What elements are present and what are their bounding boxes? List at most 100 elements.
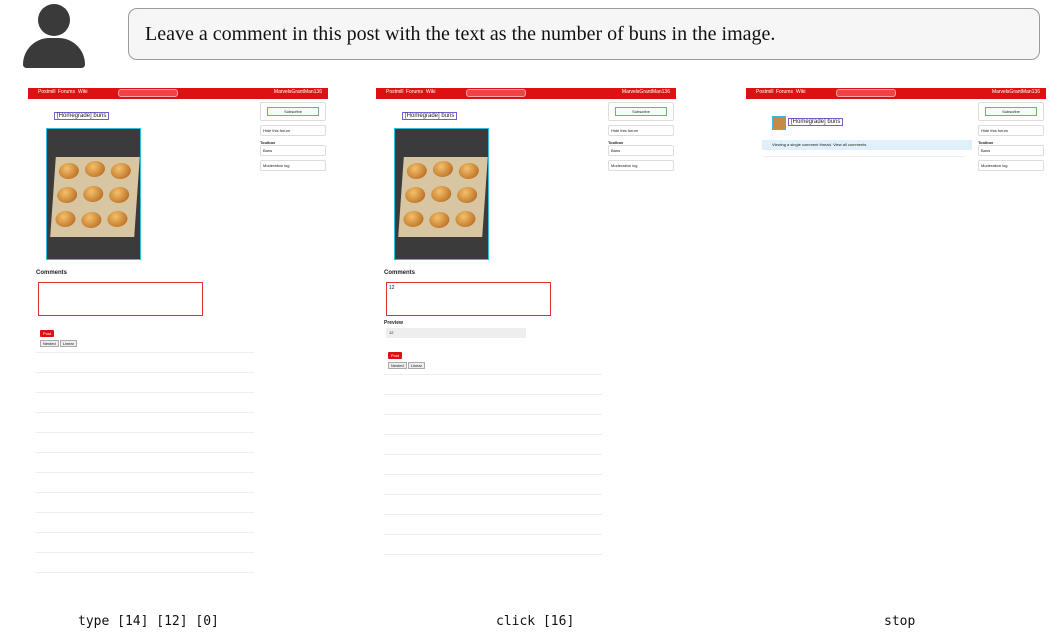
user-menu[interactable]: MarvelsGrantMan136 [622,89,670,95]
comment-row [36,372,254,392]
comment-row [384,454,602,474]
toolbox-modlog-link[interactable]: Moderation log [260,160,326,171]
single-thread-notice: Viewing a single comment thread. View al… [762,140,972,150]
search-input[interactable] [836,89,896,97]
site-header: Postmill Forums Wiki MarvelsGrantMan136 [746,88,1046,99]
bun [402,211,425,227]
hide-forum-toggle[interactable]: Hide this forum [260,125,326,136]
toolbox-bans-link[interactable]: Bans [608,145,674,156]
bun [406,163,428,179]
bun [84,161,106,177]
sidebar: Subscribe Hide this forum Toolbox Bans M… [608,102,674,596]
sidebar: Subscribe Hide this forum Toolbox Bans M… [978,102,1044,596]
comment-row [384,474,602,494]
toolbox-modlog-link[interactable]: Moderation log [978,160,1044,171]
sort-linear-button[interactable]: Linear [59,340,77,347]
nav-wiki[interactable]: Wiki [796,89,805,95]
sort-nested-button[interactable]: Nested [40,340,59,347]
main-column: [Homegrade] buns Viewing a single commen… [754,100,972,596]
comment-row [36,392,254,412]
post-title[interactable]: [Homegrade] buns [54,112,110,120]
post-title[interactable]: [Homegrade] buns [788,118,844,126]
post-button[interactable]: Post [40,330,54,337]
bun [80,212,102,228]
comment-row [384,394,602,414]
main-column: [Homegrade] buns Comments 12 Preview 12 … [384,100,602,596]
subscribe-button[interactable]: Subscribe [615,107,667,116]
comment-row [384,514,602,534]
subscribe-button[interactable]: Subscribe [985,107,1037,116]
toolbox-bans-link[interactable]: Bans [978,145,1044,156]
comments-heading: Comments [384,270,416,276]
comment-row [36,472,254,492]
sidebar: Subscribe Hide this forum Toolbox Bans M… [260,102,326,596]
buns-image[interactable] [46,128,141,260]
hide-forum-toggle[interactable]: Hide this forum [978,125,1044,136]
step-1-caption: type [14] [12] [0] [78,614,219,629]
nav-wiki[interactable]: Wiki [78,89,87,95]
comment-row [384,414,602,434]
hide-forum-toggle[interactable]: Hide this forum [608,125,674,136]
avatar-body [23,38,85,68]
comment-textarea[interactable] [38,282,203,316]
bun [58,163,80,179]
comment-thread [36,352,254,592]
bun [106,211,129,227]
comment-row [384,554,602,574]
toolbox-bans-link[interactable]: Bans [260,145,326,156]
search-input[interactable] [466,89,526,97]
subscribe-box: Subscribe [608,102,674,121]
comment-preview: 12 [386,328,526,338]
bun [108,187,130,203]
bun [54,211,77,227]
bun [404,187,426,203]
nav-postmill[interactable]: Postmill [38,89,56,95]
site-header: Postmill Forums Wiki MarvelsGrantMan136 [28,88,328,99]
bun [430,186,452,202]
nav-postmill[interactable]: Postmill [756,89,774,95]
nav-forums[interactable]: Forums [776,89,793,95]
subscribe-box: Subscribe [978,102,1044,121]
bun [82,186,104,202]
comment-row [36,432,254,452]
nav-postmill[interactable]: Postmill [386,89,404,95]
bun [458,163,480,179]
screenshot-step-1: Postmill Forums Wiki MarvelsGrantMan136 … [28,88,328,596]
sort-buttons: Nested Linear [388,362,425,369]
post-thumbnail[interactable] [772,116,786,130]
post-button[interactable]: Post [388,352,402,359]
nav-forums[interactable]: Forums [406,89,423,95]
preview-heading: Preview [384,320,403,326]
post-title[interactable]: [Homegrade] buns [402,112,458,120]
sort-linear-button[interactable]: Linear [407,362,425,369]
user-menu[interactable]: MarvelsGrantMan136 [274,89,322,95]
step-2-caption: click [16] [496,614,575,629]
step-3-caption: stop [884,614,916,629]
comments-heading: Comments [36,270,68,276]
comment-row [384,374,602,394]
comment-row [36,492,254,512]
comment-textarea[interactable]: 12 [386,282,551,316]
comment-row [36,352,254,372]
sort-buttons: Nested Linear [40,340,77,347]
subscribe-button[interactable]: Subscribe [267,107,319,116]
user-menu[interactable]: MarvelsGrantMan136 [992,89,1040,95]
nav-forums[interactable]: Forums [58,89,75,95]
avatar-head [38,4,70,36]
comment-row [384,494,602,514]
comment-row [36,512,254,532]
sort-nested-button[interactable]: Nested [388,362,407,369]
comment-row [384,534,602,554]
screenshot-step-2: Postmill Forums Wiki MarvelsGrantMan136 … [376,88,676,596]
search-input[interactable] [118,89,178,97]
toolbox-modlog-link[interactable]: Moderation log [608,160,674,171]
main-column: [Homegrade] buns Comments Post Nested Li… [36,100,254,596]
nav-wiki[interactable]: Wiki [426,89,435,95]
buns-image[interactable] [394,128,489,260]
bun [428,212,450,228]
bun [110,163,132,179]
baking-tray [398,157,488,237]
screenshot-step-3: Postmill Forums Wiki MarvelsGrantMan136 … [746,88,1046,596]
bun [454,211,477,227]
subscribe-box: Subscribe [260,102,326,121]
